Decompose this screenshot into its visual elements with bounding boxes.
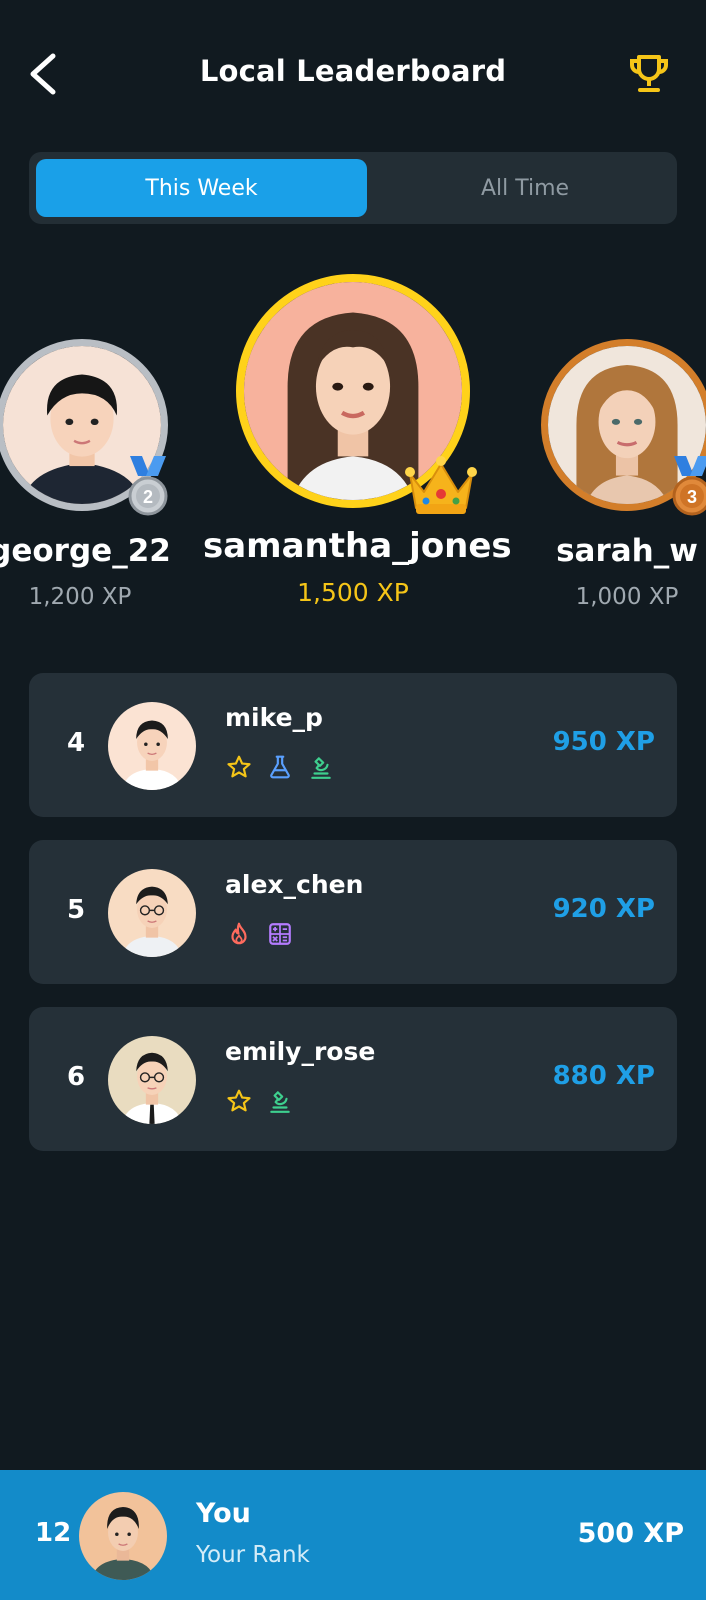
rank-number: 4 <box>67 728 86 758</box>
rank-number: 6 <box>67 1062 86 1092</box>
third-place-name: sarah_w <box>556 533 698 569</box>
first-place-name: samantha_jones <box>203 526 512 566</box>
xp-value: 920 XP <box>552 894 655 924</box>
first-place-xp: 1,500 XP <box>297 578 409 607</box>
calculator-icon <box>266 920 294 948</box>
flask-icon <box>266 753 294 781</box>
your-rank-bar[interactable]: 12 You Your Rank 500 XP <box>0 1470 706 1600</box>
your-avatar <box>79 1492 167 1580</box>
username: emily_rose <box>225 1037 376 1066</box>
microscope-icon <box>266 1087 294 1115</box>
bronze-medal-icon: 3 <box>672 456 706 516</box>
your-rank-label: Your Rank <box>196 1542 310 1568</box>
leaderboard-list: 4 mike_p 950 XP 5 alex_chen 920 XP 6 emi… <box>29 673 677 1174</box>
xp-value: 880 XP <box>552 1061 655 1091</box>
microscope-icon <box>307 753 335 781</box>
tab-this-week[interactable]: This Week <box>36 159 367 217</box>
svg-text:3: 3 <box>687 487 697 507</box>
leaderboard-row[interactable]: 6 emily_rose 880 XP <box>29 1007 677 1151</box>
xp-value: 950 XP <box>552 727 655 757</box>
avatar <box>108 1036 196 1124</box>
leaderboard-row[interactable]: 5 alex_chen 920 XP <box>29 840 677 984</box>
star-icon <box>225 753 253 781</box>
username: alex_chen <box>225 870 364 899</box>
period-tabs: This Week All Time <box>29 152 677 224</box>
second-place-xp: 1,200 XP <box>28 584 132 610</box>
app-header: Local Leaderboard <box>0 0 706 150</box>
your-xp: 500 XP <box>577 1518 684 1549</box>
page-title: Local Leaderboard <box>199 54 507 88</box>
badge-list <box>225 753 335 781</box>
trophy-button[interactable] <box>622 48 676 100</box>
rank-number: 5 <box>67 895 86 925</box>
your-name: You <box>196 1498 251 1529</box>
leaderboard-row[interactable]: 4 mike_p 950 XP <box>29 673 677 817</box>
badge-list <box>225 920 294 948</box>
silver-medal-icon: 2 <box>128 456 168 516</box>
flame-icon <box>225 920 253 948</box>
badge-list <box>225 1087 294 1115</box>
username: mike_p <box>225 703 323 732</box>
second-place-name: george_22 <box>0 533 171 569</box>
svg-text:2: 2 <box>143 487 153 507</box>
trophy-icon <box>630 55 668 92</box>
third-place-xp: 1,000 XP <box>575 584 679 610</box>
crown-icon <box>405 456 477 514</box>
star-icon <box>225 1087 253 1115</box>
tab-all-time[interactable]: All Time <box>380 159 670 217</box>
avatar <box>108 702 196 790</box>
avatar <box>108 869 196 957</box>
your-rank-number: 12 <box>35 1518 72 1548</box>
